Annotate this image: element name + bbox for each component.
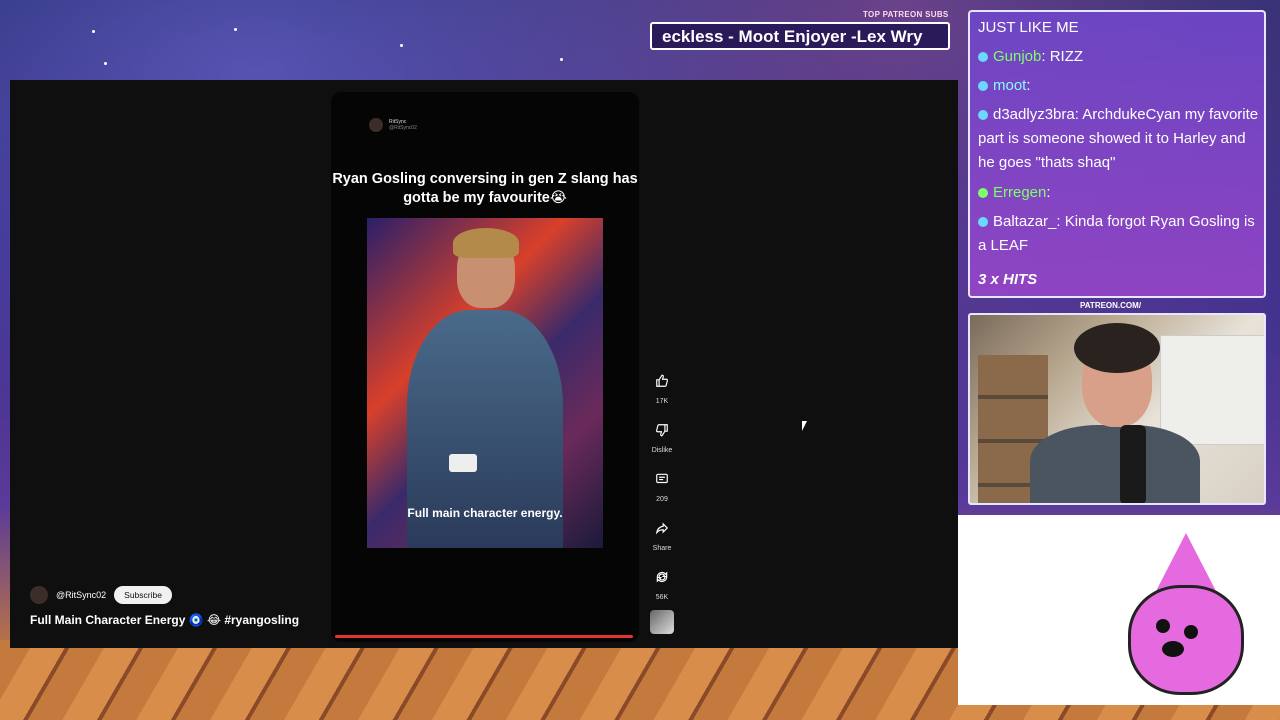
star-decoration xyxy=(234,28,237,31)
video-channel-avatar xyxy=(369,118,383,132)
remix-button[interactable]: 56K xyxy=(641,564,683,613)
chat-text: : xyxy=(1046,184,1051,201)
comments-button[interactable]: 209 xyxy=(641,466,683,515)
share-button[interactable]: Share xyxy=(641,515,683,564)
star-decoration xyxy=(400,44,403,47)
patreon-label: PATREON.COM/ xyxy=(1080,301,1142,310)
mascot-drawing xyxy=(958,515,1280,705)
subscribe-button[interactable]: Subscribe xyxy=(114,586,172,604)
video-channel-handle: @RitSync02 xyxy=(389,125,417,131)
comment-icon[interactable] xyxy=(649,466,675,492)
dislike-label: Dislike xyxy=(651,447,673,454)
sound-thumbnail[interactable] xyxy=(650,610,674,634)
ticker-text: eckless - Moot Enjoyer -Lex Wry xyxy=(662,27,923,46)
thumbs-up-icon[interactable] xyxy=(649,368,675,394)
person-hair xyxy=(453,228,519,258)
chat-text: : RIZZ xyxy=(1041,48,1084,65)
comment-count: 209 xyxy=(656,496,668,503)
short-video[interactable]: RitSync @RitSync02 Ryan Gosling conversi… xyxy=(331,92,639,642)
webcam-person-hair xyxy=(1074,323,1160,373)
chat-panel: JUST LIKE ME Gunjob: RIZZ moot: d3adlyz3… xyxy=(968,10,1266,298)
webcam-dresser xyxy=(1160,335,1264,445)
chat-badge-icon xyxy=(978,52,988,63)
chat-username: moot xyxy=(993,77,1027,94)
chat-text: JUST LIKE ME xyxy=(978,19,1079,36)
patreon-ticker: eckless - Moot Enjoyer -Lex Wry xyxy=(650,22,950,50)
thumbs-down-icon[interactable] xyxy=(649,417,675,443)
avatar[interactable] xyxy=(30,586,48,604)
remix-count: 56K xyxy=(655,594,669,601)
webcam-person-body xyxy=(1030,425,1200,503)
video-progress-bar[interactable] xyxy=(335,635,633,638)
chat-text: : xyxy=(1026,77,1031,94)
like-button[interactable]: 17K xyxy=(641,368,683,417)
hits-text: 3 x HITS xyxy=(978,271,1038,288)
chat-message: Baltazar_: Kinda forgot Ryan Gosling is … xyxy=(978,210,1260,258)
mascot-mouth xyxy=(1162,641,1184,657)
like-count: 17K xyxy=(655,398,669,405)
mascot-eye xyxy=(1184,625,1198,639)
chat-message: moot: xyxy=(978,74,1260,98)
mascot-body xyxy=(1128,585,1244,695)
action-bar: 17K Dislike 209 Share 56K xyxy=(641,368,683,613)
hits-counter: 3 x HITS xyxy=(978,268,1260,292)
video-caption: Ryan Gosling conversing in gen Z slang h… xyxy=(332,171,638,206)
star-decoration xyxy=(92,30,95,33)
short-title[interactable]: Full Main Character Energy 🧿 😂 #ryangosl… xyxy=(30,613,299,627)
channel-row: @RitSync02 Subscribe xyxy=(30,586,172,604)
share-icon[interactable] xyxy=(649,515,675,541)
chat-badge-icon xyxy=(978,217,988,228)
chat-message: Gunjob: RIZZ xyxy=(978,45,1260,69)
chat-message: Erregen: xyxy=(978,181,1260,205)
channel-handle[interactable]: @RitSync02 xyxy=(56,590,106,600)
dislike-button[interactable]: Dislike xyxy=(641,417,683,466)
chat-message: d3adlyz3bra: ArchdukeCyan my favorite pa… xyxy=(978,103,1260,175)
chat-username: d3adlyz3bra xyxy=(993,106,1075,123)
microphone xyxy=(1120,425,1146,503)
ticker-label: TOP PATREON SUBS xyxy=(863,10,949,19)
chat-username: Gunjob xyxy=(993,48,1042,65)
remix-icon[interactable] xyxy=(649,564,675,590)
video-frame xyxy=(367,218,603,548)
star-decoration xyxy=(560,58,563,61)
coffee-cup xyxy=(449,454,477,472)
chat-badge-icon xyxy=(978,81,988,92)
chat-badge-icon xyxy=(978,110,988,121)
video-header: RitSync @RitSync02 xyxy=(369,118,417,132)
video-subtitle: Full main character energy. xyxy=(407,506,563,520)
chat-username: Baltazar_ xyxy=(993,213,1057,230)
chat-badge-icon xyxy=(978,188,988,199)
share-label: Share xyxy=(652,545,672,552)
webcam-feed xyxy=(968,313,1266,505)
chat-username: Erregen xyxy=(993,184,1047,201)
mascot-eye xyxy=(1156,619,1170,633)
chat-message: JUST LIKE ME xyxy=(978,16,1260,40)
mouse-cursor-icon xyxy=(802,421,807,431)
star-decoration xyxy=(104,62,107,65)
